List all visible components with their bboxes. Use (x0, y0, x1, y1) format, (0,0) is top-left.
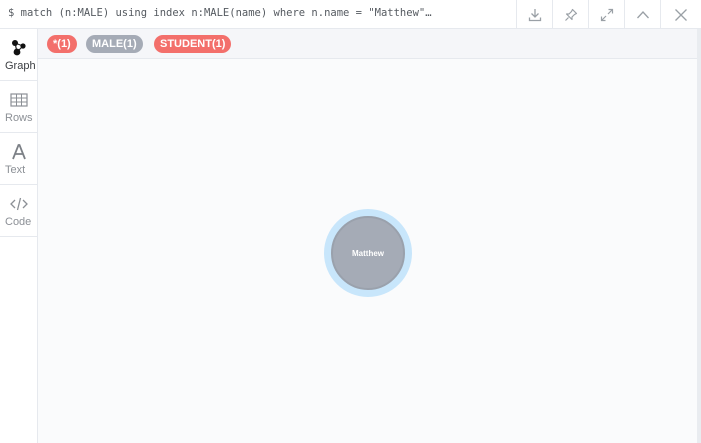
labels-legend-bar: *(1) MALE(1) STUDENT(1) (38, 29, 697, 59)
pin-button[interactable] (552, 0, 588, 29)
fullscreen-button[interactable] (588, 0, 624, 29)
view-mode-sidebar: Graph Rows Text Code (0, 29, 38, 443)
close-button[interactable] (660, 0, 701, 29)
sidebar-item-rows[interactable]: Rows (0, 81, 37, 133)
sidebar-item-label: Rows (5, 112, 33, 124)
text-icon (11, 144, 26, 160)
sidebar-item-label: Graph (5, 60, 36, 72)
query-text[interactable]: $ match (n:MALE) using index n:MALE(name… (8, 7, 508, 23)
sidebar-item-label: Code (5, 216, 32, 228)
scrollbar[interactable] (697, 29, 701, 443)
label-pill-student[interactable]: STUDENT(1) (154, 35, 232, 53)
label-pill-male[interactable]: MALE(1) (86, 35, 143, 53)
download-button[interactable] (516, 0, 552, 29)
sidebar-item-label: Text (5, 164, 26, 176)
graph-node[interactable]: Matthew (331, 216, 405, 290)
table-icon (9, 93, 28, 107)
download-icon (528, 8, 541, 21)
sidebar-item-graph[interactable]: Graph (0, 29, 37, 81)
code-icon (9, 197, 28, 211)
collapse-button[interactable] (624, 0, 660, 29)
close-icon (675, 8, 687, 21)
graph-canvas[interactable]: Matthew (38, 59, 697, 443)
expand-icon (600, 8, 613, 21)
graph-icon (11, 40, 26, 56)
result-frame-header: $ match (n:MALE) using index n:MALE(name… (0, 0, 701, 29)
label-pill-all[interactable]: *(1) (47, 35, 77, 53)
sidebar-item-code[interactable]: Code (0, 185, 37, 237)
node-caption: Matthew (352, 248, 384, 258)
collapse-icon (636, 10, 649, 18)
pin-icon (564, 8, 577, 21)
sidebar-item-text[interactable]: Text (0, 133, 37, 185)
